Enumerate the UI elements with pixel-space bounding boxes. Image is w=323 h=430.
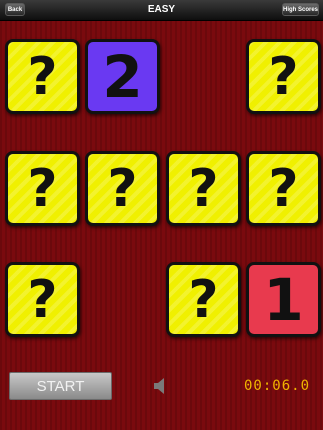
card-hidden[interactable]: ? — [5, 262, 80, 337]
card-revealed[interactable]: 2 — [85, 39, 160, 114]
card-hidden[interactable]: ? — [166, 262, 241, 337]
start-button[interactable]: START — [9, 372, 112, 400]
game-board: ? 2??????? 1 — [0, 0, 323, 430]
card-hidden[interactable]: ? — [5, 39, 80, 114]
card-revealed[interactable]: 1 — [246, 262, 321, 337]
card-hidden[interactable]: ? — [5, 151, 80, 226]
card-hidden[interactable]: ? — [246, 39, 321, 114]
card-hidden[interactable]: ? — [246, 151, 321, 226]
card-hidden[interactable]: ? — [85, 151, 160, 226]
speaker-icon[interactable] — [153, 377, 167, 395]
timer-display: 00:06.0 — [244, 378, 311, 394]
card-hidden[interactable]: ? — [166, 151, 241, 226]
